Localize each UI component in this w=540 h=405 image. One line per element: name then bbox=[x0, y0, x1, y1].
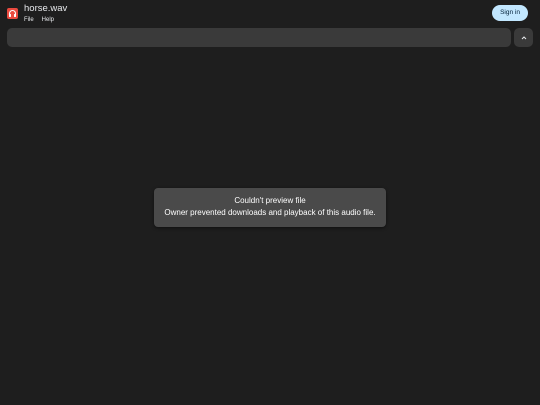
menu-help[interactable]: Help bbox=[42, 16, 54, 24]
file-title: horse.wav bbox=[24, 3, 68, 14]
menu-file[interactable]: File bbox=[24, 16, 34, 24]
header: horse.wav File Help Sign in bbox=[0, 0, 540, 26]
collapse-toolbar-button[interactable] bbox=[514, 28, 533, 47]
audio-file-icon bbox=[7, 8, 18, 19]
sign-in-button[interactable]: Sign in bbox=[492, 5, 528, 21]
error-detail: Owner prevented downloads and playback o… bbox=[164, 208, 376, 217]
chevron-up-icon bbox=[521, 35, 526, 39]
preview-error-message: Couldn't preview file Owner prevented do… bbox=[154, 188, 386, 227]
toolbar-bar bbox=[7, 28, 511, 47]
error-title: Couldn't preview file bbox=[234, 196, 306, 205]
preview-page: horse.wav File Help Sign in Couldn't pre… bbox=[0, 0, 540, 405]
menu-bar: File Help bbox=[24, 16, 54, 24]
headphones-icon bbox=[8, 10, 17, 17]
